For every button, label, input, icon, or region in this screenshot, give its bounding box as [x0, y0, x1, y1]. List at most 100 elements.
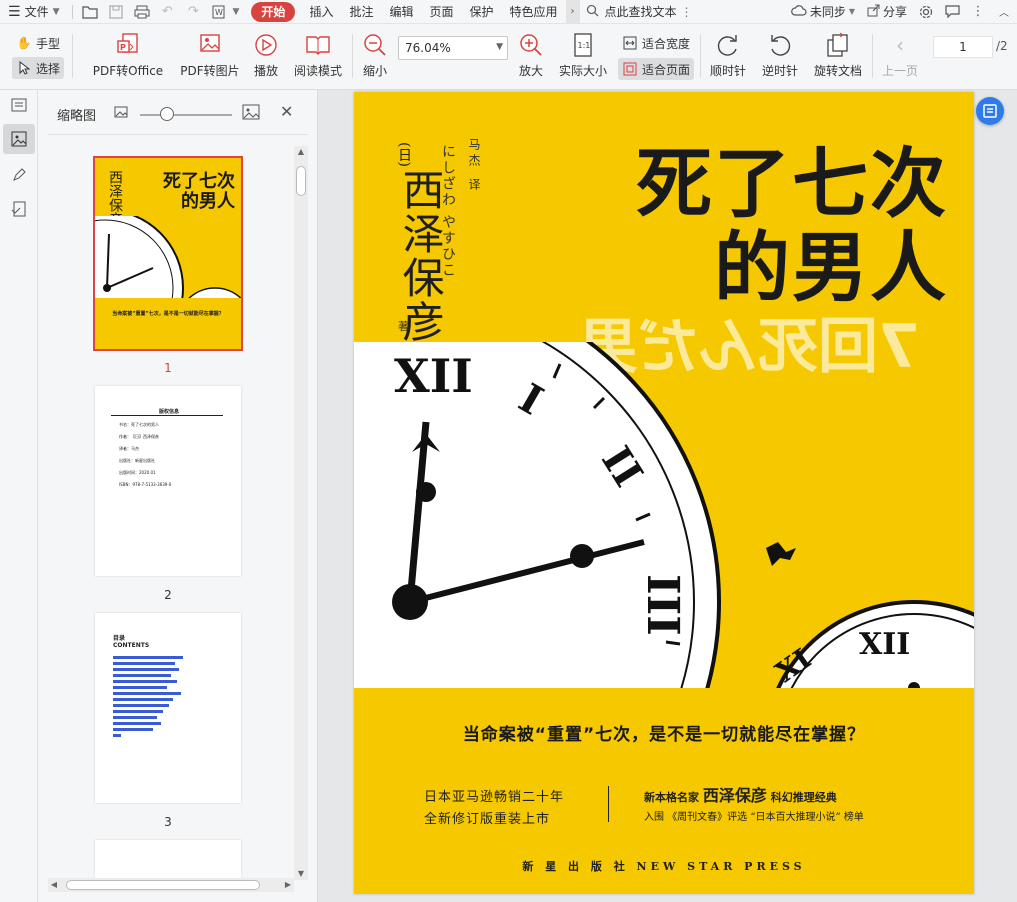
- tab-insert[interactable]: 插入: [301, 0, 341, 24]
- thumbnail-page-1[interactable]: 西泽保彦 死了七次 的男人 当命案被“重置”七次，是不是一切就能尽在掌握？: [93, 156, 243, 351]
- file-menu[interactable]: ☰ 文件 ▼: [0, 0, 68, 24]
- share-button[interactable]: 分享: [861, 0, 913, 24]
- hamburger-icon: ☰: [8, 3, 21, 20]
- actual-size-icon: 1:1: [570, 32, 596, 58]
- mini-page3-heading-en: CONTENTS: [113, 642, 150, 649]
- mini-toc-link: [113, 692, 181, 695]
- mini-page2-line: 书名：死了七次的男人: [119, 422, 159, 427]
- mini-toc-link: [113, 656, 183, 659]
- mini-cover: 西泽保彦 死了七次 的男人 当命案被“重置”七次，是不是一切就能尽在掌握？: [95, 158, 241, 349]
- more-options-icon[interactable]: ⋮: [681, 5, 693, 19]
- cover-publisher: 新 星 出 版 社 NEW STAR PRESS: [522, 860, 806, 873]
- redo-icon[interactable]: ↷: [181, 0, 207, 24]
- fit-page-button[interactable]: 适合页面: [618, 58, 695, 80]
- open-folder-icon[interactable]: [77, 0, 103, 24]
- tab-page[interactable]: 页面: [421, 0, 461, 24]
- format-icon[interactable]: W: [207, 0, 233, 24]
- hand-tool-button[interactable]: ✋ 手型: [12, 32, 64, 54]
- thumbnail-page-3[interactable]: 目录 CONTENTS: [95, 613, 241, 803]
- scroll-up-arrow[interactable]: ▲: [294, 146, 308, 158]
- scrollbar-thumb[interactable]: [66, 880, 260, 890]
- pdf-page-cover: (日) 西泽保彦 にしざわ やすひこ 马杰 译 著 死了七次 的男人 7回死んだ…: [354, 92, 974, 894]
- thumbnail-page-4[interactable]: [95, 840, 241, 878]
- panel-divider: [48, 134, 308, 135]
- rotate-document-button[interactable]: 旋转文档: [810, 24, 866, 79]
- mini-page2-line: ISBN：978-7-5133-3639-0: [119, 482, 172, 487]
- thumbnail-size-track[interactable]: [140, 114, 232, 116]
- mini-toc-link: [113, 704, 169, 707]
- thumbnail-panel-title: 缩略图: [57, 109, 97, 124]
- settings-icon[interactable]: [913, 0, 939, 24]
- pdf-to-image-button[interactable]: PDF转图片: [178, 24, 242, 79]
- fit-width-button[interactable]: 适合宽度: [618, 32, 694, 54]
- close-icon[interactable]: ✕: [280, 102, 293, 121]
- mini-page2-line: 出版时间：2020.01: [119, 470, 156, 475]
- tab-annotate[interactable]: 批注: [341, 0, 381, 24]
- collapse-ribbon-icon[interactable]: ︿: [991, 0, 1017, 24]
- read-mode-button[interactable]: 阅读模式: [290, 24, 346, 79]
- tab-protect[interactable]: 保护: [462, 0, 502, 24]
- sync-status[interactable]: 未同步 ▼: [785, 0, 861, 24]
- undo-icon[interactable]: ↶: [155, 0, 181, 24]
- thumbnail-vertical-scrollbar[interactable]: ▲ ▼: [294, 146, 308, 880]
- annotation-icon[interactable]: [3, 160, 35, 190]
- scroll-down-arrow[interactable]: ▼: [294, 868, 308, 880]
- chevron-down-icon[interactable]: ▼: [233, 7, 240, 17]
- cover-title: 死了七次 的男人: [636, 142, 948, 310]
- zoom-select[interactable]: 76.04% ▼: [398, 36, 508, 60]
- rotate-counterclockwise-button[interactable]: 逆时针: [758, 24, 802, 79]
- tab-start[interactable]: 开始: [251, 1, 296, 22]
- thumbnail-horizontal-scrollbar[interactable]: ◀ ▶: [48, 878, 294, 892]
- feedback-icon[interactable]: [939, 0, 965, 24]
- document-view[interactable]: (日) 西泽保彦 にしざわ やすひこ 马杰 译 著 死了七次 的男人 7回死んだ…: [318, 90, 1017, 902]
- ribbon-separator: [352, 34, 353, 78]
- page-number-input[interactable]: 1: [933, 36, 993, 58]
- more-tabs-icon[interactable]: ›: [565, 0, 580, 24]
- thumbnail-icon[interactable]: [3, 124, 35, 154]
- cover-award-line: 入围 《周刊文春》评选 “日本百大推理小说” 榜单: [644, 812, 864, 823]
- scroll-left-arrow[interactable]: ◀: [48, 878, 60, 892]
- prev-page-button[interactable]: ‹ 上一页: [880, 24, 920, 79]
- mini-cover-title: 死了七次 的男人: [163, 172, 235, 212]
- zoom-out-button[interactable]: 缩小: [358, 24, 392, 79]
- mini-page2-line: 作者：【日】西泽保彦: [119, 434, 159, 439]
- scrollbar-thumb[interactable]: [296, 166, 306, 196]
- small-thumbnail-icon[interactable]: [114, 106, 128, 121]
- actual-size-label: 实际大小: [558, 64, 607, 78]
- scroll-right-arrow[interactable]: ▶: [282, 878, 294, 892]
- save-icon[interactable]: [103, 0, 129, 24]
- cover-tagline: 当命案被“重置”七次，是不是一切就能尽在掌握？: [462, 725, 866, 745]
- zoom-in-button[interactable]: 放大: [514, 24, 548, 79]
- mini-toc-link: [113, 722, 161, 725]
- play-button[interactable]: 播放: [248, 24, 284, 79]
- select-tool-button[interactable]: 选择: [12, 57, 65, 79]
- chevron-down-icon: ▼: [848, 7, 855, 16]
- mini-toc-link: [113, 710, 163, 713]
- search-label: 点此查找文本: [604, 5, 677, 19]
- outline-icon[interactable]: [3, 90, 35, 120]
- cover-translator: 马杰 译: [467, 138, 481, 194]
- mini-toc-link: [113, 662, 175, 665]
- more-icon[interactable]: ⋮: [965, 0, 991, 24]
- tab-edit[interactable]: 编辑: [381, 0, 421, 24]
- search-text[interactable]: 点此查找文本 ⋮: [580, 3, 699, 20]
- prev-page-label: 上一页: [881, 64, 918, 78]
- actual-size-button[interactable]: 1:1 实际大小: [556, 24, 610, 79]
- mini-page2-rule: [111, 415, 223, 416]
- chevron-down-icon: ▼: [496, 42, 503, 52]
- cover-divider: [608, 786, 609, 822]
- attachment-icon[interactable]: [3, 194, 35, 224]
- thumbnail-page-2[interactable]: 版权信息 书名：死了七次的男人 作者：【日】西泽保彦 译者：马杰 出版社：新星出…: [95, 386, 241, 576]
- large-thumbnail-icon[interactable]: [242, 104, 260, 123]
- mini-toc-link: [113, 698, 173, 701]
- ribbon-separator: [872, 34, 873, 78]
- rotate-ccw-label: 逆时针: [761, 64, 798, 78]
- print-icon[interactable]: [129, 0, 155, 24]
- thumbnail-size-slider[interactable]: [160, 107, 174, 121]
- tab-features[interactable]: 特色应用: [502, 0, 566, 24]
- floating-tool-button[interactable]: [976, 97, 1004, 125]
- cover-author-prefix: (日): [396, 142, 412, 167]
- pdf-to-office-button[interactable]: P PDF转Office: [84, 24, 172, 79]
- rotate-clockwise-button[interactable]: 顺时针: [706, 24, 750, 79]
- cover-title-line1: 死了七次: [636, 139, 948, 228]
